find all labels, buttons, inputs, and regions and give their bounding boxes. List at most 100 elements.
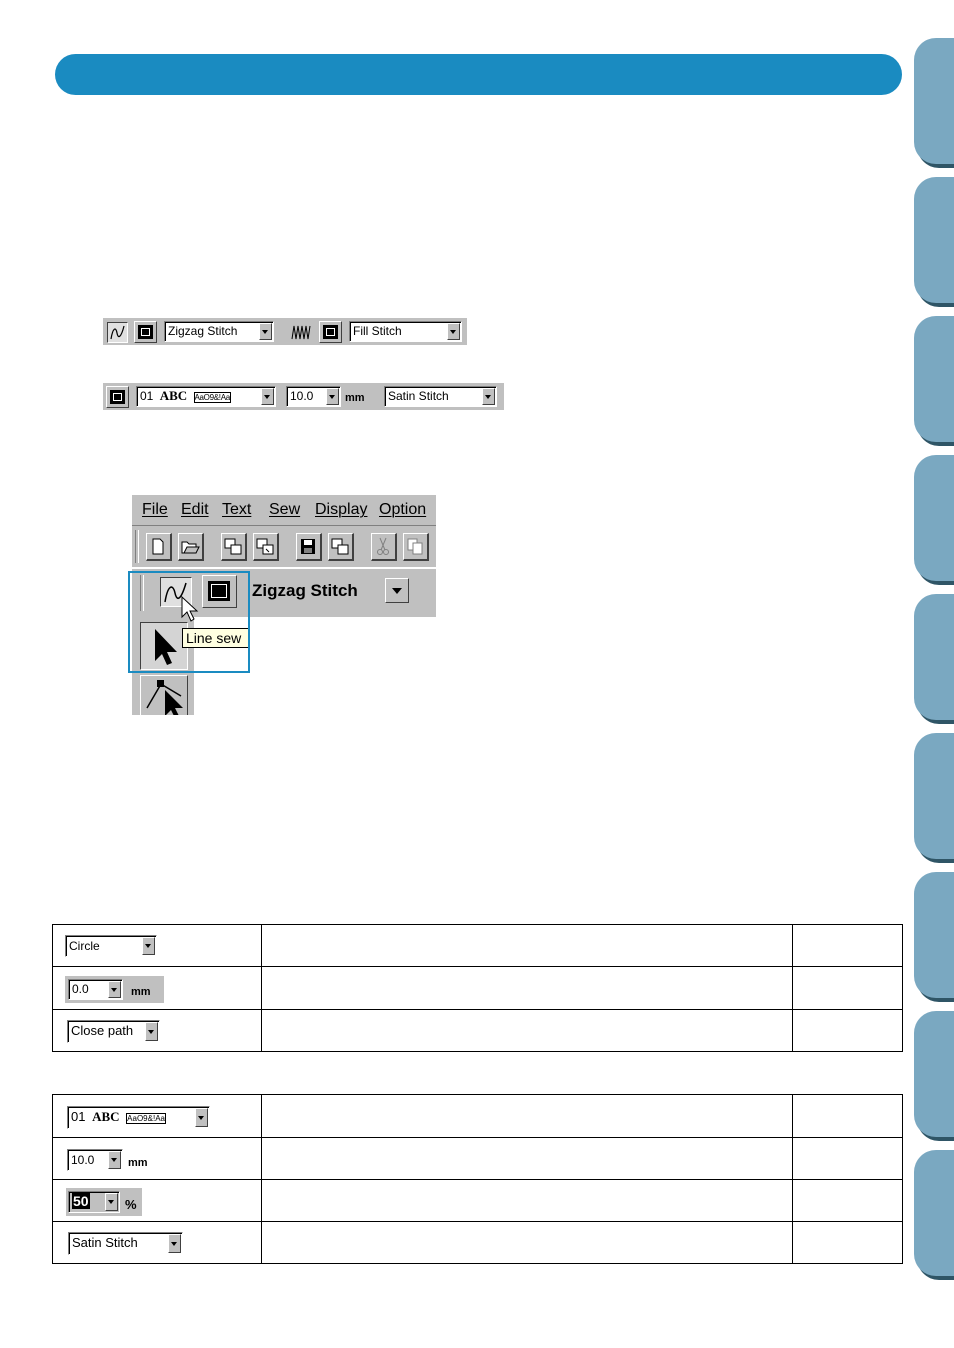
open-button[interactable] bbox=[178, 533, 204, 561]
new-button[interactable] bbox=[146, 533, 172, 561]
point-edit-tool-button[interactable] bbox=[140, 675, 188, 715]
table-cell-control: 50 % bbox=[52, 1179, 262, 1222]
width-percent-spinner[interactable]: 50 bbox=[68, 1191, 120, 1213]
chevron-down-icon[interactable] bbox=[108, 1151, 121, 1169]
side-tab-7[interactable] bbox=[914, 872, 954, 998]
text-attributes-table: 01 ABC AaO9&!Aa 10.0 mm 50 % Satin Stitc… bbox=[52, 1094, 903, 1264]
percent-unit: % bbox=[125, 1197, 137, 1212]
spinner-panel: 0.0 mm bbox=[65, 976, 164, 1003]
zigzag-dropdown-button[interactable] bbox=[385, 578, 409, 603]
chevron-down-icon[interactable] bbox=[142, 937, 155, 955]
menu-display[interactable]: Display bbox=[315, 501, 367, 519]
width-spinner[interactable]: 0.0 bbox=[68, 979, 123, 1000]
point-edit-icon bbox=[146, 680, 183, 715]
save-button[interactable] bbox=[296, 533, 322, 561]
table-cell-control: 0.0 mm bbox=[52, 966, 262, 1010]
chevron-down-icon[interactable] bbox=[261, 388, 274, 405]
line-stitch-select[interactable]: Zigzag Stitch bbox=[164, 321, 274, 342]
chevron-down-icon bbox=[392, 588, 402, 594]
region-color-button[interactable] bbox=[319, 321, 342, 343]
menu-text[interactable]: Text bbox=[222, 501, 251, 519]
side-tab-3[interactable] bbox=[914, 316, 954, 442]
menu-sew[interactable]: Sew bbox=[269, 501, 300, 519]
copy-button[interactable] bbox=[403, 533, 429, 561]
side-tab-6[interactable] bbox=[914, 733, 954, 859]
table-row: 50 % bbox=[52, 1179, 903, 1222]
text-stitch-select[interactable]: Satin Stitch bbox=[384, 386, 497, 407]
cut-button[interactable] bbox=[371, 533, 397, 561]
chevron-down-icon[interactable] bbox=[105, 1193, 118, 1211]
path-select[interactable]: Close path bbox=[67, 1020, 160, 1043]
chevron-down-icon[interactable] bbox=[195, 1108, 208, 1127]
chevron-down-icon[interactable] bbox=[168, 1234, 181, 1253]
shape-select[interactable]: Circle bbox=[65, 935, 157, 957]
font-number: 01 bbox=[140, 389, 154, 403]
region-color-icon bbox=[323, 325, 338, 339]
chevron-down-icon[interactable] bbox=[447, 323, 460, 340]
side-tab-1[interactable] bbox=[914, 38, 954, 164]
menu-bar: File Edit Text Sew Display Option bbox=[132, 495, 436, 525]
font-sample: ABC bbox=[159, 388, 188, 403]
region-stitch-select[interactable]: Fill Stitch bbox=[349, 321, 462, 342]
table-row: 01 ABC AaO9&!Aa bbox=[52, 1094, 903, 1138]
side-tab-5[interactable] bbox=[914, 594, 954, 720]
path-select-value: Close path bbox=[71, 1023, 134, 1038]
chevron-down-icon[interactable] bbox=[108, 981, 121, 998]
table-cell-reference bbox=[792, 966, 903, 1010]
chevron-down-icon[interactable] bbox=[482, 388, 495, 405]
table-cell-control: 01 ABC AaO9&!Aa bbox=[52, 1094, 262, 1138]
zigzag-select-value: Zigzag Stitch bbox=[252, 581, 358, 600]
stitch-type-select[interactable]: Satin Stitch bbox=[68, 1232, 183, 1255]
menu-option[interactable]: Option bbox=[379, 501, 426, 519]
highlight-frame bbox=[128, 571, 250, 673]
text-attributes-toolbar: 01 ABC AaO9&!Aa 10.0 mm Satin Stitch bbox=[103, 383, 504, 410]
section-header-bar bbox=[55, 54, 902, 95]
table-cell-control: Close path bbox=[52, 1009, 262, 1052]
side-tab-4[interactable] bbox=[914, 455, 954, 581]
text-size-value: 10.0 bbox=[290, 389, 314, 403]
save-disk-icon bbox=[301, 539, 315, 554]
table-cell-description bbox=[261, 1094, 793, 1138]
table-cell-reference bbox=[792, 1009, 903, 1052]
chevron-down-icon[interactable] bbox=[145, 1022, 158, 1041]
table-cell-control: Circle bbox=[52, 924, 262, 967]
table-cell-description bbox=[261, 924, 793, 967]
table-cell-reference bbox=[792, 1221, 903, 1264]
import-icon bbox=[224, 538, 242, 555]
text-size-spinner[interactable]: 10.0 bbox=[286, 386, 341, 407]
side-tab-9[interactable] bbox=[914, 1150, 954, 1276]
font-select-table[interactable]: 01 ABC AaO9&!Aa bbox=[67, 1106, 210, 1129]
table-cell-description bbox=[261, 1137, 793, 1180]
text-stitch-select-value: Satin Stitch bbox=[388, 389, 449, 403]
import-button[interactable] bbox=[221, 533, 247, 561]
menu-file[interactable]: File bbox=[142, 501, 168, 519]
font-select[interactable]: 01 ABC AaO9&!Aa bbox=[136, 386, 276, 407]
line-sew-button[interactable] bbox=[107, 322, 128, 343]
table-cell-reference bbox=[792, 1094, 903, 1138]
table-cell-reference bbox=[792, 1137, 903, 1180]
font-glyphs: AaO9&!Aa bbox=[126, 1113, 166, 1124]
table-row: 0.0 mm bbox=[52, 966, 903, 1010]
toolbar-grip bbox=[135, 530, 139, 563]
text-size-value: 10.0 bbox=[71, 1153, 95, 1167]
line-color-button[interactable] bbox=[134, 321, 157, 343]
save-as-button[interactable] bbox=[328, 533, 354, 561]
open-folder-icon bbox=[181, 541, 200, 554]
chevron-down-icon[interactable] bbox=[326, 388, 339, 405]
text-color-icon bbox=[110, 390, 125, 404]
region-sew-button[interactable] bbox=[289, 321, 313, 343]
text-color-button[interactable] bbox=[106, 386, 129, 408]
menu-edit[interactable]: Edit bbox=[181, 501, 209, 519]
chevron-down-icon[interactable] bbox=[259, 323, 272, 340]
table-row: Satin Stitch bbox=[52, 1221, 903, 1264]
line-attributes-table: Circle 0.0 mm Close path bbox=[52, 924, 903, 1052]
font-glyphs: AaO9&!Aa bbox=[193, 392, 231, 403]
export-button[interactable] bbox=[253, 533, 279, 561]
export-icon bbox=[256, 538, 274, 555]
text-size-spinner-table[interactable]: 10.0 bbox=[67, 1149, 123, 1171]
side-tab-8[interactable] bbox=[914, 1011, 954, 1137]
text-size-unit: mm bbox=[345, 392, 365, 404]
side-tab-2[interactable] bbox=[914, 177, 954, 303]
spinner-panel: 50 % bbox=[66, 1188, 142, 1216]
table-cell-description bbox=[261, 1179, 793, 1222]
